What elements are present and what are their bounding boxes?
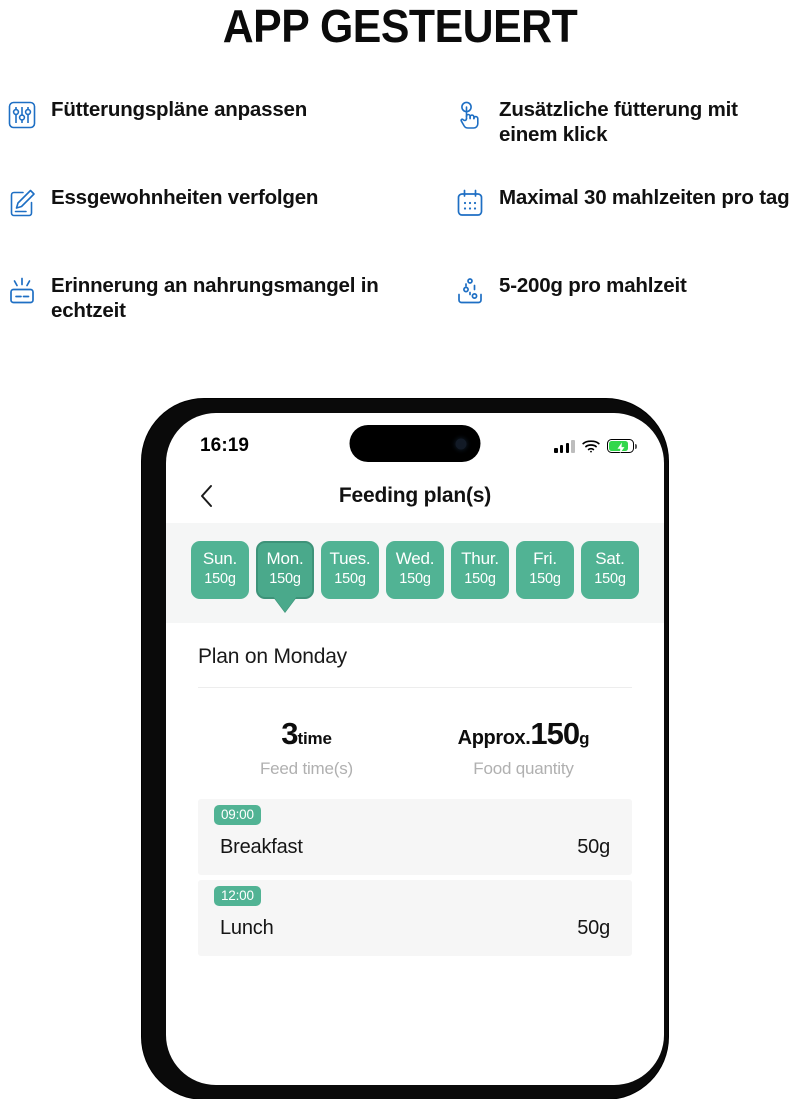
wifi-icon <box>582 439 600 453</box>
feature-label: Erinnerung an nahrungsmangel in echtzeit <box>51 274 379 322</box>
plan-card-title: Plan on Monday <box>198 645 347 669</box>
day-chip-name: Sat. <box>595 549 625 568</box>
day-chip-mon[interactable]: Mon. 150g <box>256 541 314 613</box>
meal-row[interactable]: 12:00 Lunch 50g <box>198 880 632 957</box>
feature-label: Zusätzliche fütterung mit einem klick <box>499 98 738 146</box>
plan-card: Plan on Monday 3time Feed time(s) Approx… <box>174 623 656 957</box>
phone-screen: 16:19 Feeding plan(s) Sun. 150g Mon. 150… <box>166 413 664 1085</box>
meal-row-content: Breakfast 50g <box>198 825 632 875</box>
stat-value-group: Approx.150g <box>415 716 632 752</box>
meal-time-badge: 09:00 <box>214 805 261 826</box>
day-selector: Sun. 150g Mon. 150g Tues. 150g Wed. 150g… <box>166 523 664 624</box>
stat-value: 150 <box>530 716 580 752</box>
food-dispense-icon <box>454 275 486 307</box>
volume-down-button[interactable] <box>142 735 155 795</box>
dynamic-island <box>349 425 481 462</box>
day-selector-spacer <box>178 599 652 624</box>
front-camera-icon <box>455 438 467 449</box>
meal-list: 09:00 Breakfast 50g 12:00 Lunch 50g <box>198 799 632 957</box>
day-chip-name: Sun. <box>202 549 238 568</box>
day-chip-wed[interactable]: Wed. 150g <box>386 541 444 600</box>
day-chip-amount: 150g <box>399 570 431 587</box>
feature-label: Maximal 30 mahlzeiten pro tag <box>499 186 790 209</box>
sliders-icon <box>6 99 38 131</box>
day-chip-amount: 150g <box>594 570 626 587</box>
feature-label: 5-200g pro mahlzeit <box>499 274 687 297</box>
meal-row-content: Lunch 50g <box>198 906 632 956</box>
page-title: APP GESTEUERT <box>222 0 578 52</box>
stat-food-quantity: Approx.150g Food quantity <box>415 716 632 779</box>
app-nav-bar: Feeding plan(s) <box>166 469 664 523</box>
feature-grid: Fütterungspläne anpassen Zusätzliche füt… <box>0 97 800 361</box>
day-chip-fri[interactable]: Fri. 150g <box>516 541 574 600</box>
stat-value-group: 3time <box>198 716 415 752</box>
status-bar: 16:19 <box>166 413 664 469</box>
day-chip-name: Thur. <box>461 549 499 568</box>
day-chip-amount: 150g <box>529 570 561 587</box>
feature-item-track-eating: Essgewohnheiten verfolgen <box>0 185 448 273</box>
day-chip-amount: 150g <box>204 570 236 587</box>
day-chip-name: Wed. <box>395 549 435 568</box>
phone-frame: 16:19 Feeding plan(s) Sun. 150g Mon. 150… <box>142 399 668 1099</box>
cellular-signal-icon <box>554 439 575 453</box>
day-chip-thur[interactable]: Thur. 150g <box>451 541 509 600</box>
feature-item-portion-range: 5-200g pro mahlzeit <box>448 273 800 361</box>
feature-label: Fütterungspläne anpassen <box>51 98 308 121</box>
mute-switch-button[interactable] <box>142 604 155 634</box>
day-chip-sat[interactable]: Sat. 150g <box>581 541 639 600</box>
stat-value: 3 <box>281 716 298 752</box>
meal-row[interactable]: 09:00 Breakfast 50g <box>198 799 632 876</box>
day-chip-tues[interactable]: Tues. 150g <box>321 541 379 600</box>
meal-time-badge: 12:00 <box>214 886 261 907</box>
day-chip-amount: 150g <box>269 570 301 587</box>
day-chip-list: Sun. 150g Mon. 150g Tues. 150g Wed. 150g… <box>178 541 652 613</box>
meal-amount: 50g <box>577 917 610 940</box>
calendar-icon <box>454 187 486 219</box>
day-chip-name: Fri. <box>533 549 557 568</box>
stat-feed-times: 3time Feed time(s) <box>198 716 415 779</box>
day-chip-amount: 150g <box>334 570 366 587</box>
meal-amount: 50g <box>577 836 610 859</box>
screen-title: Feeding plan(s) <box>338 484 492 507</box>
feature-item-one-click-feed: Zusätzliche fütterung mit einem klick <box>448 97 800 185</box>
meal-name: Breakfast <box>220 836 303 859</box>
day-chip-name: Tues. <box>329 549 371 568</box>
feature-item-max-meals: Maximal 30 mahlzeiten pro tag <box>448 185 800 273</box>
alert-notification-icon <box>6 275 38 307</box>
day-chip-name: Mon. <box>266 549 304 568</box>
feature-item-low-food-alert: Erinnerung an nahrungsmangel in echtzeit <box>0 273 448 361</box>
feature-item-adjust-plans: Fütterungspläne anpassen <box>0 97 448 185</box>
edit-document-icon <box>6 187 38 219</box>
chevron-left-icon[interactable] <box>196 481 218 511</box>
stat-label: Feed time(s) <box>259 759 353 779</box>
battery-charging-icon <box>607 439 637 454</box>
selected-day-pointer <box>273 596 297 613</box>
stat-prefix: Approx. <box>457 727 531 750</box>
stat-unit: g <box>579 729 590 749</box>
feature-label: Essgewohnheiten verfolgen <box>51 186 319 209</box>
phone-mockup: 16:19 Feeding plan(s) Sun. 150g Mon. 150… <box>132 399 678 1099</box>
meal-name: Lunch <box>220 917 274 940</box>
status-bar-clock: 16:19 <box>200 435 250 456</box>
status-bar-indicators <box>554 439 637 454</box>
volume-up-button[interactable] <box>142 661 155 721</box>
day-chip-sun[interactable]: Sun. 150g <box>191 541 249 600</box>
tap-hand-icon <box>454 99 486 131</box>
stat-unit: time <box>297 729 332 749</box>
plan-stats: 3time Feed time(s) Approx.150g Food quan… <box>198 688 632 785</box>
day-chip-amount: 150g <box>464 570 496 587</box>
stat-label: Food quantity <box>473 759 574 779</box>
